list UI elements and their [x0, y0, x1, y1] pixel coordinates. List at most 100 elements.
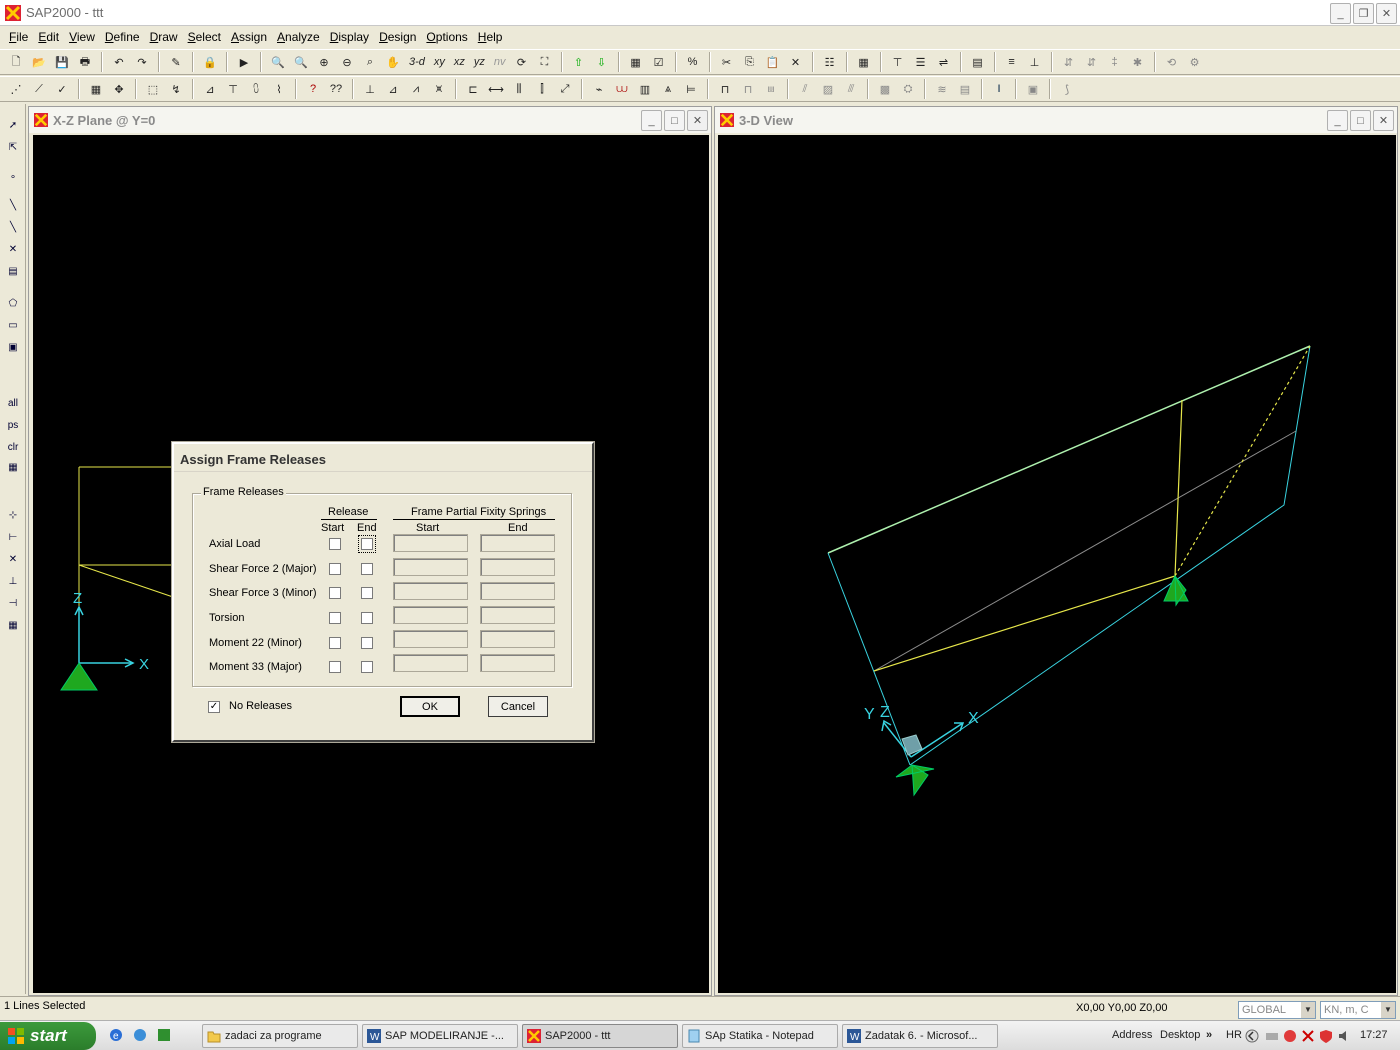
joint-loads-icon[interactable]: ⊥ [360, 79, 380, 99]
link-icon[interactable]: ⌁ [589, 79, 609, 99]
frame-insertion-point-icon[interactable]: ⤢ [555, 79, 575, 99]
shear2-spring-start-field[interactable] [393, 558, 468, 576]
security-tray-icon[interactable] [1318, 1028, 1334, 1044]
frame-loads-icon[interactable]: ⊿ [383, 79, 403, 99]
check-icon[interactable]: ☑ [649, 52, 669, 72]
zoom-in-icon[interactable]: ⊕ [314, 52, 334, 72]
snap-fine-grid-icon[interactable]: ▦ [4, 616, 22, 634]
media-quicklaunch-icon[interactable] [156, 1027, 172, 1043]
down-arrow-icon[interactable]: ⇩ [592, 52, 612, 72]
draw-poly-area-icon[interactable]: ⬠ [4, 294, 22, 312]
assign-supports-icon[interactable]: ⩇ [246, 79, 266, 99]
design-concrete-icon[interactable]: ‡ [1105, 52, 1125, 72]
grid-icon[interactable]: ▦ [854, 52, 874, 72]
show-stresses-icon[interactable]: ⊥ [1025, 52, 1045, 72]
frame-output-stations-icon[interactable]: ⫼ [509, 79, 529, 99]
print-icon[interactable]: 🖶 [75, 52, 95, 72]
quick-draw-frame-icon[interactable]: ▤ [4, 262, 22, 280]
maximize-icon[interactable]: □ [1350, 110, 1371, 131]
show-virtual-work-icon[interactable]: ≡ [1002, 52, 1022, 72]
quick-draw-area-icon[interactable]: ▣ [4, 338, 22, 356]
desktop-toolbar-label[interactable]: Desktop [1160, 1029, 1200, 1041]
task-zadaci-folder[interactable]: zadaci za programe [202, 1024, 358, 1048]
moment22-end-checkbox[interactable] [361, 637, 373, 649]
query-icon[interactable]: ? [303, 79, 323, 99]
paste-icon[interactable]: 📋 [763, 52, 783, 72]
snap-grid-icon[interactable]: ▦ [86, 79, 106, 99]
shear2-spring-end-field[interactable] [480, 558, 555, 576]
menu-draw[interactable]: Draw [145, 27, 183, 49]
task-word-zadatak[interactable]: W Zadatak 6. - Microsof... [842, 1024, 998, 1048]
section-designer-icon[interactable]: I [989, 79, 1009, 99]
address-toolbar-label[interactable]: Address [1112, 1029, 1152, 1041]
snap-joints-icon[interactable]: ⊹ [4, 506, 22, 524]
torsion-spring-end-field[interactable] [480, 606, 555, 624]
perspective-icon[interactable]: ⛶ [535, 52, 555, 72]
menu-assign[interactable]: Assign [226, 27, 272, 49]
language-indicator[interactable]: HR [1226, 1029, 1242, 1041]
close-icon[interactable]: ✕ [1376, 3, 1397, 24]
redo-icon[interactable]: ↷ [132, 52, 152, 72]
torsion-spring-start-field[interactable] [393, 606, 468, 624]
cut-icon[interactable]: ✂ [717, 52, 737, 72]
menu-view[interactable]: View [64, 27, 100, 49]
view-3d-button[interactable]: 3-d [406, 56, 428, 68]
left-edge[interactable] [827, 552, 911, 766]
zoom-window-icon[interactable]: 🔍 [268, 52, 288, 72]
design-steel-icon[interactable]: ⇵ [1082, 52, 1102, 72]
query-all-icon[interactable]: ?? [326, 79, 346, 99]
view-nv-button[interactable]: nv [491, 56, 509, 68]
moment22-spring-start-field[interactable] [393, 630, 468, 648]
frame-end-offsets-icon[interactable]: ⟷ [486, 79, 506, 99]
open-folder-icon[interactable]: 📂 [29, 52, 49, 72]
3d-canvas[interactable]: X Y Z [718, 135, 1396, 993]
select-box-icon[interactable]: ⬚ [143, 79, 163, 99]
draw-frame-red-icon[interactable]: ╲ [4, 218, 22, 236]
minimize-icon[interactable]: _ [1327, 110, 1348, 131]
intersecting-line-icon[interactable]: ▦ [4, 458, 22, 476]
units-select[interactable]: KN, m, C ▼ [1320, 1001, 1396, 1019]
view-yz-button[interactable]: yz [471, 56, 488, 68]
undo-icon[interactable]: ↶ [109, 52, 129, 72]
pan-icon[interactable]: ✋ [383, 52, 403, 72]
reshaper-icon[interactable]: ⇱ [4, 138, 22, 156]
design-icon[interactable]: ⇵ [1059, 52, 1079, 72]
support-right-icon[interactable] [1163, 574, 1189, 607]
axial-spring-start-field[interactable] [393, 534, 468, 552]
minimize-icon[interactable]: _ [641, 110, 662, 131]
mid-chord[interactable] [873, 430, 1297, 672]
view-xz-button[interactable]: xz [451, 56, 468, 68]
run-analysis-icon[interactable]: ▶ [234, 52, 254, 72]
shear3-start-checkbox[interactable] [329, 587, 341, 599]
link-properties-icon[interactable]: ▥ [635, 79, 655, 99]
yellow-diagonal[interactable] [873, 575, 1176, 672]
torsion-end-checkbox[interactable] [361, 612, 373, 624]
printer-tray-icon[interactable] [1264, 1028, 1280, 1044]
area-section-icon[interactable]: ⫽ [795, 79, 815, 99]
ie-quicklaunch-icon[interactable]: e [108, 1027, 124, 1043]
chevron-down-icon[interactable]: ▼ [1381, 1002, 1395, 1018]
close-icon[interactable]: ✕ [1373, 110, 1394, 131]
pinned-support-icon[interactable] [60, 662, 98, 691]
moment22-start-checkbox[interactable] [329, 637, 341, 649]
frame-temperature-icon[interactable]: ⩙ [429, 79, 449, 99]
moment33-start-checkbox[interactable] [329, 661, 341, 673]
draw-joint-icon[interactable]: ∘ [4, 168, 22, 186]
moment33-end-checkbox[interactable] [361, 661, 373, 673]
back-tray-icon[interactable] [1244, 1028, 1260, 1044]
frame-releases-icon[interactable]: ⊏ [463, 79, 483, 99]
task-word-document[interactable]: W SAP MODELIRANJE -... [362, 1024, 518, 1048]
menu-options[interactable]: Options [421, 27, 472, 49]
frame-distributed-icon[interactable]: ⩘ [406, 79, 426, 99]
menu-display[interactable]: Display [325, 27, 374, 49]
menu-design[interactable]: Design [374, 27, 421, 49]
shear2-start-checkbox[interactable] [329, 563, 341, 575]
cancel-button[interactable]: Cancel [488, 696, 548, 717]
bottom-right-edge[interactable] [909, 345, 1311, 766]
axial-spring-end-field[interactable] [480, 534, 555, 552]
snap-lines-icon[interactable]: ⊣ [4, 594, 22, 612]
top-chord[interactable] [827, 345, 1311, 554]
solid-icon[interactable]: ▩ [875, 79, 895, 99]
settings-icon[interactable]: ⚙ [1185, 52, 1205, 72]
snap-intersection-icon[interactable]: ✓ [52, 79, 72, 99]
